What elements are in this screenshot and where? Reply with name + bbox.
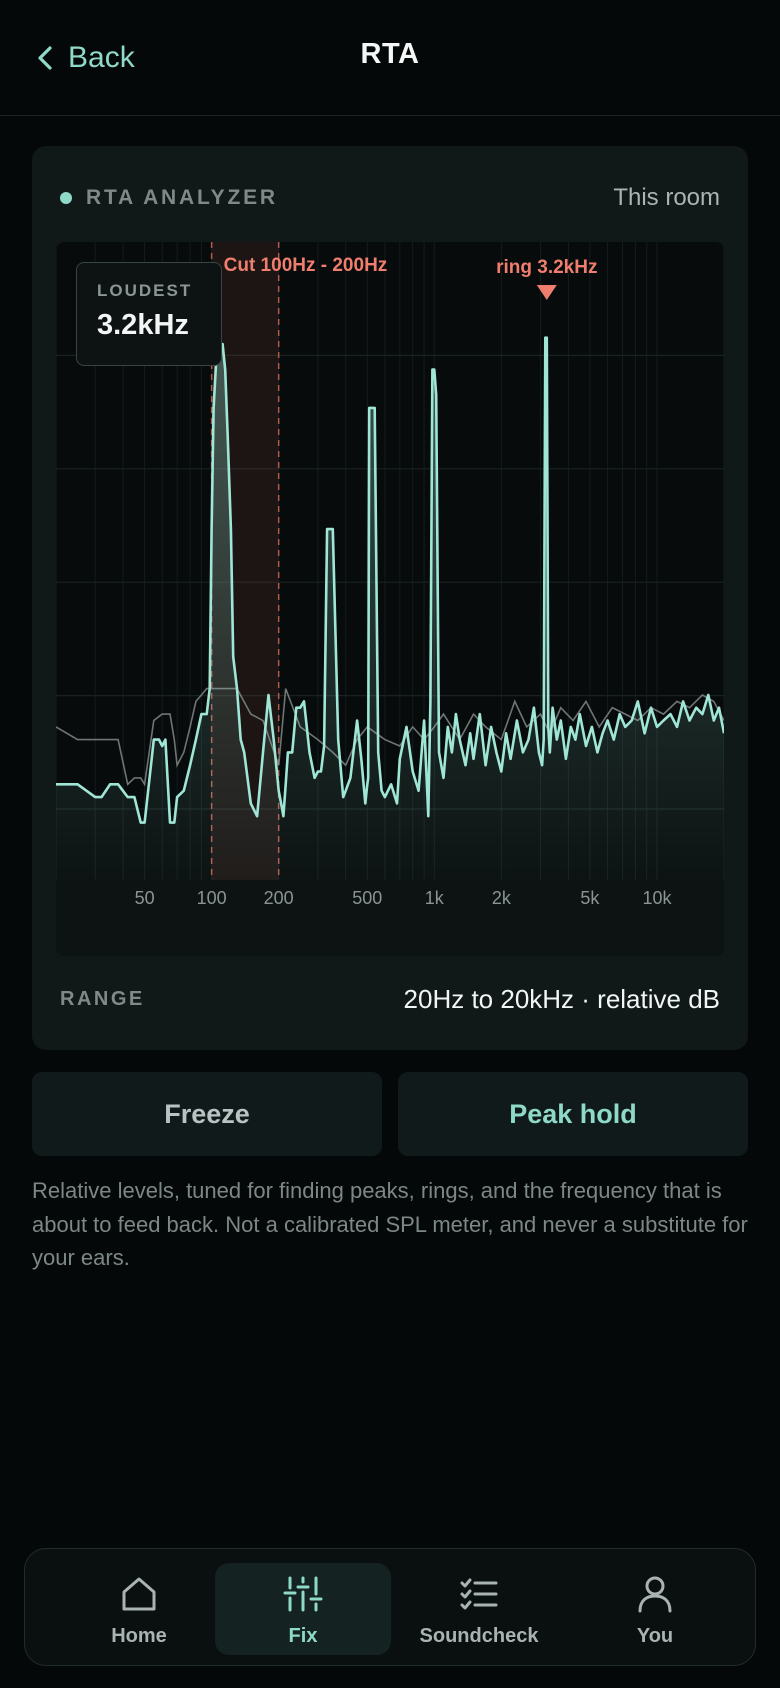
checklist-icon xyxy=(460,1578,498,1610)
loudest-badge: LOUDEST 3.2kHz xyxy=(76,262,222,366)
bottom-nav: Home Fix Soundcheck You xyxy=(24,1548,756,1666)
x-tick-label: 100 xyxy=(197,888,227,908)
spectrum-chart[interactable]: 50 100 200 500 1k 2k 5k 10k Cut 100Hz - 200Hz r… xyxy=(56,242,724,956)
x-tick-label: 10k xyxy=(642,888,672,908)
live-area xyxy=(56,337,724,880)
scope-label: This room xyxy=(613,184,720,211)
top-bar: Back RTA xyxy=(0,0,780,116)
range-row: RANGE 20Hz to 20kHz · relative dB xyxy=(60,984,720,1015)
nav-you[interactable]: You xyxy=(567,1563,743,1655)
ring-marker-icon xyxy=(536,285,557,300)
axis-strip xyxy=(56,880,724,956)
x-tick-label: 500 xyxy=(352,888,382,908)
sliders-icon xyxy=(283,1576,323,1612)
x-tick-label: 1k xyxy=(425,888,445,908)
nav-label-soundcheck: Soundcheck xyxy=(419,1625,539,1647)
nav-soundcheck[interactable]: Soundcheck xyxy=(391,1563,567,1655)
nav-label-fix: Fix xyxy=(288,1625,318,1647)
home-icon xyxy=(122,1577,156,1611)
status-dot xyxy=(60,192,72,204)
x-tick-label: 50 xyxy=(135,888,155,908)
rta-card: RTA ANALYZER This room 50 100 200 500 1k 2k 5k… xyxy=(32,146,748,1050)
card-title: RTA ANALYZER xyxy=(86,186,278,209)
loudest-label: LOUDEST xyxy=(97,281,193,300)
cut-annotation: Cut 100Hz - 200Hz xyxy=(224,255,388,276)
nav-fix[interactable]: Fix xyxy=(215,1563,391,1655)
loudest-value: 3.2kHz xyxy=(97,309,189,341)
x-tick-label: 2k xyxy=(492,888,512,908)
card-header: RTA ANALYZER This room xyxy=(60,178,720,218)
disclaimer-text: Relative levels, tuned for finding peaks… xyxy=(32,1178,748,1270)
range-value: 20Hz to 20kHz · relative dB xyxy=(403,984,720,1014)
user-icon xyxy=(638,1576,672,1613)
nav-label-you: You xyxy=(636,1625,674,1647)
x-tick-label: 200 xyxy=(264,888,294,908)
x-tick-label: 5k xyxy=(580,888,600,908)
page-title: RTA xyxy=(360,38,420,70)
range-label: RANGE xyxy=(60,988,145,1010)
nav-label-home: Home xyxy=(111,1625,167,1647)
nav-home[interactable]: Home xyxy=(51,1563,227,1655)
freeze-button[interactable]: Freeze xyxy=(32,1072,382,1156)
peak-hold-button[interactable]: Peak hold xyxy=(398,1072,748,1156)
ring-annotation: ring 3.2kHz xyxy=(496,257,597,278)
